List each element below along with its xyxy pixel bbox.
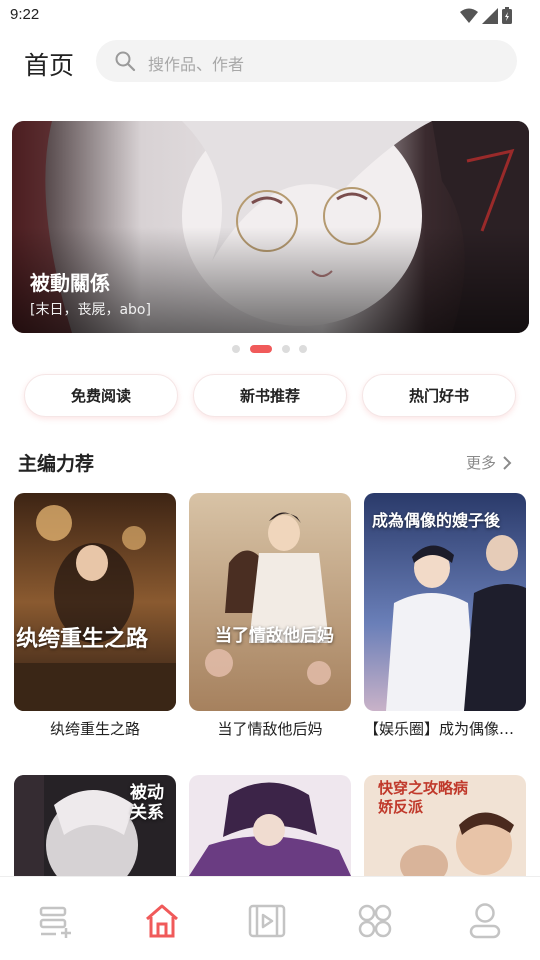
carousel-dot-active [250, 345, 272, 353]
chevron-right-icon [503, 455, 512, 470]
status-icons [460, 7, 512, 24]
section-title: 主编力荐 [18, 453, 95, 475]
book-cover-title: 当了情敌他后妈 [215, 626, 334, 646]
book-card[interactable] [189, 775, 351, 876]
book-cover: 被动关系 [14, 775, 176, 876]
status-time: 9:22 [10, 6, 40, 23]
book-cover-title: 成為偶像的嫂子後 [372, 511, 501, 530]
book-cover: 纨绔重生之路 [14, 493, 176, 711]
nav-home[interactable] [142, 901, 182, 941]
book-cover: 当了情敌他后妈 [189, 493, 351, 711]
book-title: 【娱乐圈】成为偶像的嫂子后 [364, 720, 526, 738]
book-card[interactable]: 成為偶像的嫂子後 【娱乐圈】成为偶像的嫂子后 [364, 493, 526, 739]
signal-icon [482, 7, 498, 24]
grid-icon [358, 904, 392, 938]
bottom-navigation [0, 876, 540, 960]
nav-category[interactable] [355, 901, 395, 941]
carousel-dot [282, 345, 290, 353]
more-label: 更多 [466, 454, 497, 472]
user-icon [469, 903, 501, 939]
new-books-button[interactable]: 新书推荐 [193, 374, 347, 417]
home-icon [146, 904, 178, 938]
wifi-icon [460, 8, 478, 23]
carousel-indicator [0, 345, 540, 353]
banner-tags: [末日，丧屍，abo] [30, 302, 151, 318]
nav-bookshelf[interactable] [36, 901, 76, 941]
book-cover: 成為偶像的嫂子後 [364, 493, 526, 711]
bookshelf-add-icon [39, 906, 71, 938]
book-card[interactable]: 当了情敌他后妈 当了情敌他后妈 [189, 493, 351, 739]
search-placeholder: 搜作品、作者 [148, 55, 245, 74]
book-cover-title: 被动关系 [130, 783, 164, 823]
search-icon [115, 51, 136, 72]
search-input[interactable]: 搜作品、作者 [96, 40, 517, 82]
book-title: 当了情敌他后妈 [217, 720, 323, 738]
battery-icon [502, 7, 512, 24]
carousel-dot [299, 345, 307, 353]
book-cover-title: 快穿之攻略病娇反派 [378, 779, 469, 816]
book-card[interactable]: 纨绔重生之路 纨绔重生之路 [14, 493, 176, 739]
page-title: 首页 [24, 51, 75, 80]
hot-books-button[interactable]: 热门好书 [362, 374, 516, 417]
book-card[interactable]: 快穿之攻略病娇反派 [364, 775, 526, 876]
book-title: 纨绔重生之路 [49, 720, 140, 738]
book-cover-title: 纨绔重生之路 [16, 626, 149, 652]
carousel-dot [232, 345, 240, 353]
book-cover: 快穿之攻略病娇反派 [364, 775, 526, 876]
banner-carousel[interactable]: 被動關係 [末日，丧屍，abo] [12, 121, 529, 333]
film-icon [248, 904, 286, 938]
nav-profile[interactable] [465, 901, 505, 941]
header: 首页 搜作品、作者 [0, 38, 540, 86]
nav-video[interactable] [247, 901, 287, 941]
status-bar: 9:22 [0, 0, 540, 32]
free-reading-button[interactable]: 免费阅读 [24, 374, 178, 417]
book-cover [189, 775, 351, 876]
book-card[interactable]: 被动关系 [14, 775, 176, 876]
more-link[interactable]: 更多 [466, 452, 512, 473]
banner-title: 被動關係 [30, 271, 110, 295]
